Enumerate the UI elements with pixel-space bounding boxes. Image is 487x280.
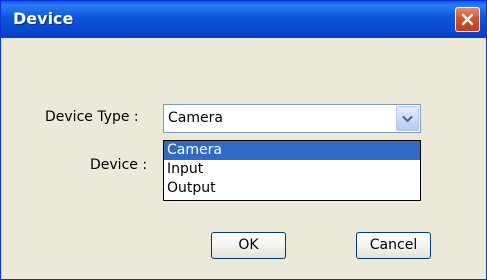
device-type-select[interactable]: Camera (163, 104, 421, 133)
device-type-value: Camera (168, 110, 223, 126)
chevron-down-icon (402, 115, 413, 123)
device-type-label: Device Type : (45, 109, 139, 125)
cancel-button[interactable]: Cancel (356, 232, 431, 259)
option-input[interactable]: Input (164, 160, 420, 179)
title-bar[interactable]: Device (1, 1, 486, 38)
device-dialog: Device Device Type : Camera Device : Cam… (0, 0, 487, 280)
device-type-dropdown-list: Camera Input Output (163, 140, 421, 201)
option-camera[interactable]: Camera (164, 141, 420, 160)
device-label: Device : (90, 157, 148, 173)
option-output[interactable]: Output (164, 179, 420, 198)
close-icon (461, 13, 474, 26)
close-button[interactable] (455, 7, 480, 32)
ok-button[interactable]: OK (211, 232, 286, 259)
window-title: Device (13, 9, 74, 28)
dropdown-button[interactable] (396, 106, 419, 131)
